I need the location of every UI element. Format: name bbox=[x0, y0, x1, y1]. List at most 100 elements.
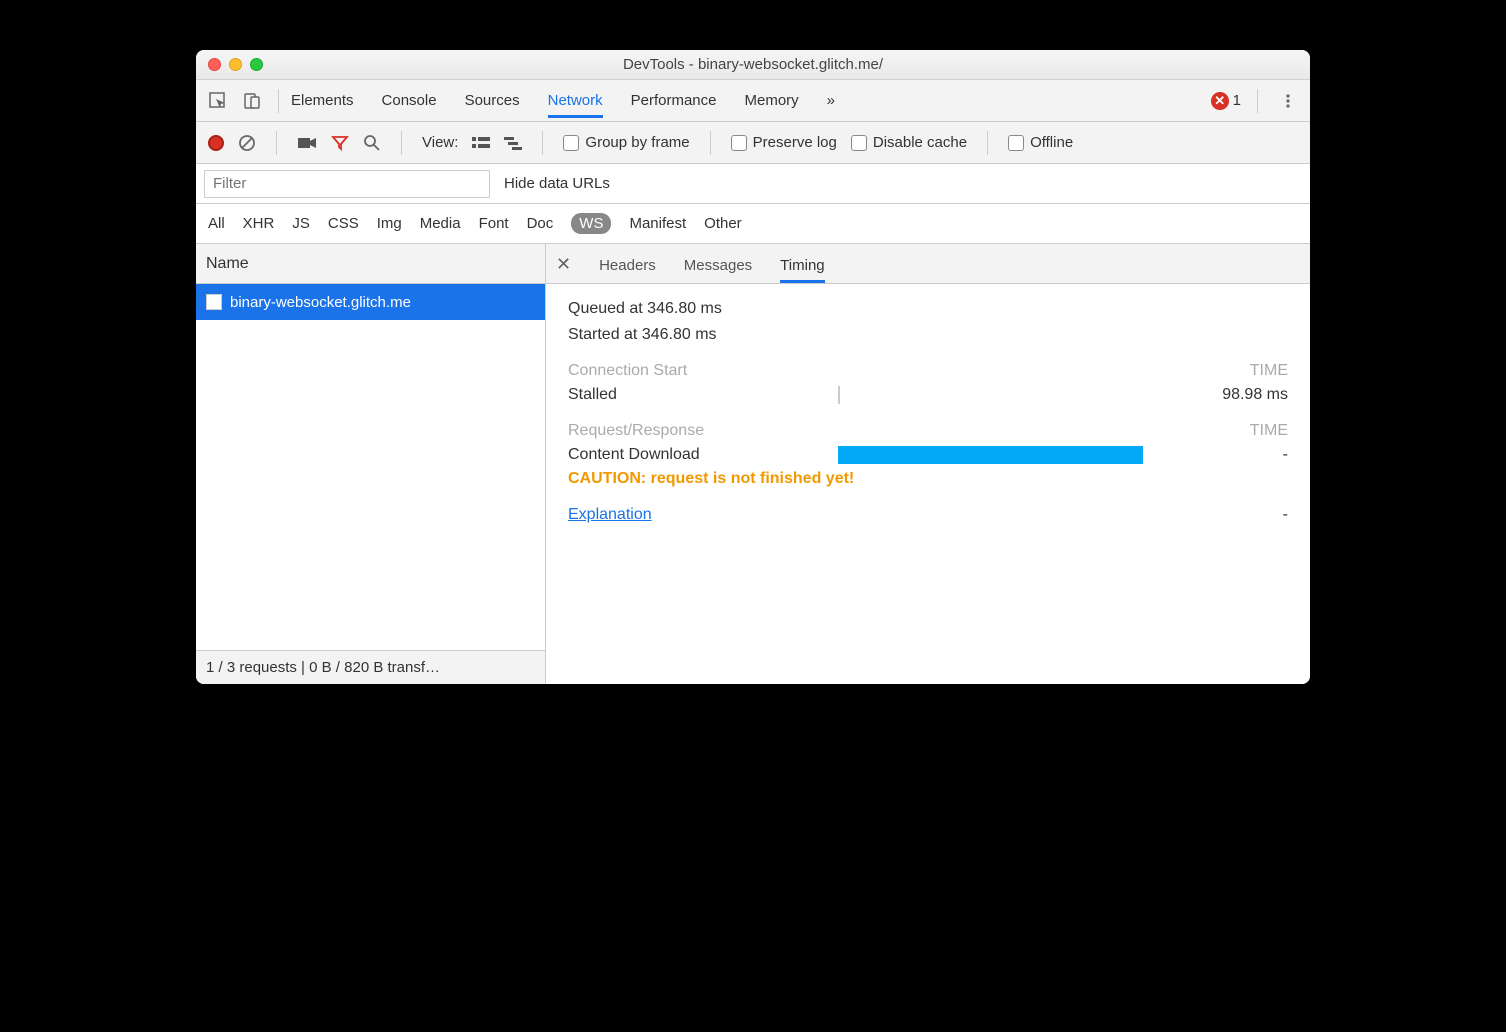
request-list-panel: Name binary-websocket.glitch.me 1 / 3 re… bbox=[196, 244, 546, 684]
close-detail-icon[interactable]: ✕ bbox=[556, 254, 571, 283]
detail-tabs: ✕ Headers Messages Timing bbox=[546, 244, 1310, 284]
tab-performance[interactable]: Performance bbox=[631, 83, 717, 118]
checkbox-icon bbox=[563, 135, 579, 151]
panel-tabs: Elements Console Sources Network Perform… bbox=[291, 83, 835, 118]
group-by-frame-checkbox[interactable]: Group by frame bbox=[563, 134, 689, 151]
request-name: binary-websocket.glitch.me bbox=[230, 294, 411, 311]
large-rows-icon[interactable] bbox=[472, 136, 490, 150]
caution-message: CAUTION: request is not finished yet! bbox=[568, 470, 1288, 488]
tab-memory[interactable]: Memory bbox=[745, 83, 799, 118]
separator bbox=[987, 131, 988, 155]
time-header: TIME bbox=[1250, 422, 1288, 440]
checkbox-icon bbox=[1008, 135, 1024, 151]
explanation-value: - bbox=[1283, 506, 1288, 524]
filter-css[interactable]: CSS bbox=[328, 215, 359, 232]
resource-icon bbox=[206, 294, 222, 310]
content-download-label: Content Download bbox=[568, 446, 838, 464]
separator bbox=[542, 131, 543, 155]
filter-other[interactable]: Other bbox=[704, 215, 742, 232]
maximize-window-button[interactable] bbox=[250, 58, 263, 71]
hide-data-urls-checkbox[interactable]: Hide data URLs bbox=[504, 175, 610, 192]
preserve-log-label: Preserve log bbox=[753, 134, 837, 151]
network-content: Name binary-websocket.glitch.me 1 / 3 re… bbox=[196, 244, 1310, 684]
close-window-button[interactable] bbox=[208, 58, 221, 71]
tab-messages[interactable]: Messages bbox=[684, 248, 752, 283]
resource-type-filter: All XHR JS CSS Img Media Font Doc WS Man… bbox=[196, 204, 1310, 244]
checkbox-icon bbox=[851, 135, 867, 151]
tab-headers[interactable]: Headers bbox=[599, 248, 656, 283]
tab-overflow[interactable]: » bbox=[827, 83, 835, 118]
titlebar: DevTools - binary-websocket.glitch.me/ bbox=[196, 50, 1310, 80]
timing-body: Queued at 346.80 ms Started at 346.80 ms… bbox=[546, 284, 1310, 684]
camera-icon[interactable] bbox=[297, 136, 317, 150]
error-count: 1 bbox=[1233, 92, 1241, 109]
separator bbox=[401, 131, 402, 155]
network-toolbar: View: Group by frame Preserve log Disabl… bbox=[196, 122, 1310, 164]
checkbox-icon bbox=[731, 135, 747, 151]
minimize-window-button[interactable] bbox=[229, 58, 242, 71]
stalled-bar-area bbox=[838, 386, 1178, 404]
request-row[interactable]: binary-websocket.glitch.me bbox=[196, 284, 545, 320]
separator bbox=[710, 131, 711, 155]
kebab-menu-icon[interactable] bbox=[1274, 87, 1302, 115]
request-detail-panel: ✕ Headers Messages Timing Queued at 346.… bbox=[546, 244, 1310, 684]
request-response-section: Request/Response TIME bbox=[568, 422, 1288, 440]
status-bar: 1 / 3 requests | 0 B / 820 B transf… bbox=[196, 650, 545, 684]
separator bbox=[1257, 89, 1258, 113]
record-button[interactable] bbox=[208, 135, 224, 151]
queued-at: Queued at 346.80 ms bbox=[568, 300, 1288, 318]
stalled-value: 98.98 ms bbox=[1178, 386, 1288, 404]
started-at: Started at 346.80 ms bbox=[568, 326, 1288, 344]
preserve-log-checkbox[interactable]: Preserve log bbox=[731, 134, 837, 151]
clear-icon[interactable] bbox=[238, 134, 256, 152]
main-tab-row: Elements Console Sources Network Perform… bbox=[196, 80, 1310, 122]
filter-input[interactable] bbox=[204, 170, 490, 198]
content-download-bar-area bbox=[838, 446, 1178, 464]
error-icon: ✕ bbox=[1211, 92, 1229, 110]
filter-js[interactable]: JS bbox=[292, 215, 310, 232]
request-response-label: Request/Response bbox=[568, 422, 704, 440]
waterfall-icon[interactable] bbox=[504, 136, 522, 150]
view-label: View: bbox=[422, 134, 458, 151]
connection-start-label: Connection Start bbox=[568, 362, 687, 380]
tab-sources[interactable]: Sources bbox=[465, 83, 520, 118]
offline-label: Offline bbox=[1030, 134, 1073, 151]
devtools-window: DevTools - binary-websocket.glitch.me/ E… bbox=[196, 50, 1310, 684]
filter-row: Hide data URLs bbox=[196, 164, 1310, 204]
request-list: binary-websocket.glitch.me bbox=[196, 284, 545, 650]
search-icon[interactable] bbox=[363, 134, 381, 152]
content-download-row: Content Download - bbox=[568, 446, 1288, 464]
group-by-frame-label: Group by frame bbox=[585, 134, 689, 151]
content-download-bar bbox=[838, 446, 1143, 464]
hide-data-urls-label: Hide data URLs bbox=[504, 175, 610, 192]
error-badge[interactable]: ✕ 1 bbox=[1211, 92, 1241, 110]
filter-doc[interactable]: Doc bbox=[527, 215, 554, 232]
filter-media[interactable]: Media bbox=[420, 215, 461, 232]
connection-start-section: Connection Start TIME bbox=[568, 362, 1288, 380]
filter-xhr[interactable]: XHR bbox=[243, 215, 275, 232]
window-title: DevTools - binary-websocket.glitch.me/ bbox=[206, 56, 1300, 73]
tab-console[interactable]: Console bbox=[382, 83, 437, 118]
filter-ws[interactable]: WS bbox=[571, 213, 611, 234]
filter-icon[interactable] bbox=[331, 134, 349, 152]
time-header: TIME bbox=[1250, 362, 1288, 380]
content-download-value: - bbox=[1178, 446, 1288, 464]
filter-manifest[interactable]: Manifest bbox=[629, 215, 686, 232]
explanation-row: Explanation - bbox=[568, 506, 1288, 524]
filter-img[interactable]: Img bbox=[377, 215, 402, 232]
stalled-bar bbox=[838, 386, 840, 404]
stalled-row: Stalled 98.98 ms bbox=[568, 386, 1288, 404]
separator bbox=[278, 89, 279, 113]
inspect-icon[interactable] bbox=[204, 87, 232, 115]
offline-checkbox[interactable]: Offline bbox=[1008, 134, 1073, 151]
tab-elements[interactable]: Elements bbox=[291, 83, 354, 118]
tab-timing[interactable]: Timing bbox=[780, 248, 824, 283]
name-column-header[interactable]: Name bbox=[196, 244, 545, 284]
filter-all[interactable]: All bbox=[208, 215, 225, 232]
disable-cache-checkbox[interactable]: Disable cache bbox=[851, 134, 967, 151]
device-toggle-icon[interactable] bbox=[238, 87, 266, 115]
filter-font[interactable]: Font bbox=[479, 215, 509, 232]
explanation-link[interactable]: Explanation bbox=[568, 506, 652, 524]
stalled-label: Stalled bbox=[568, 386, 838, 404]
tab-network[interactable]: Network bbox=[548, 83, 603, 118]
